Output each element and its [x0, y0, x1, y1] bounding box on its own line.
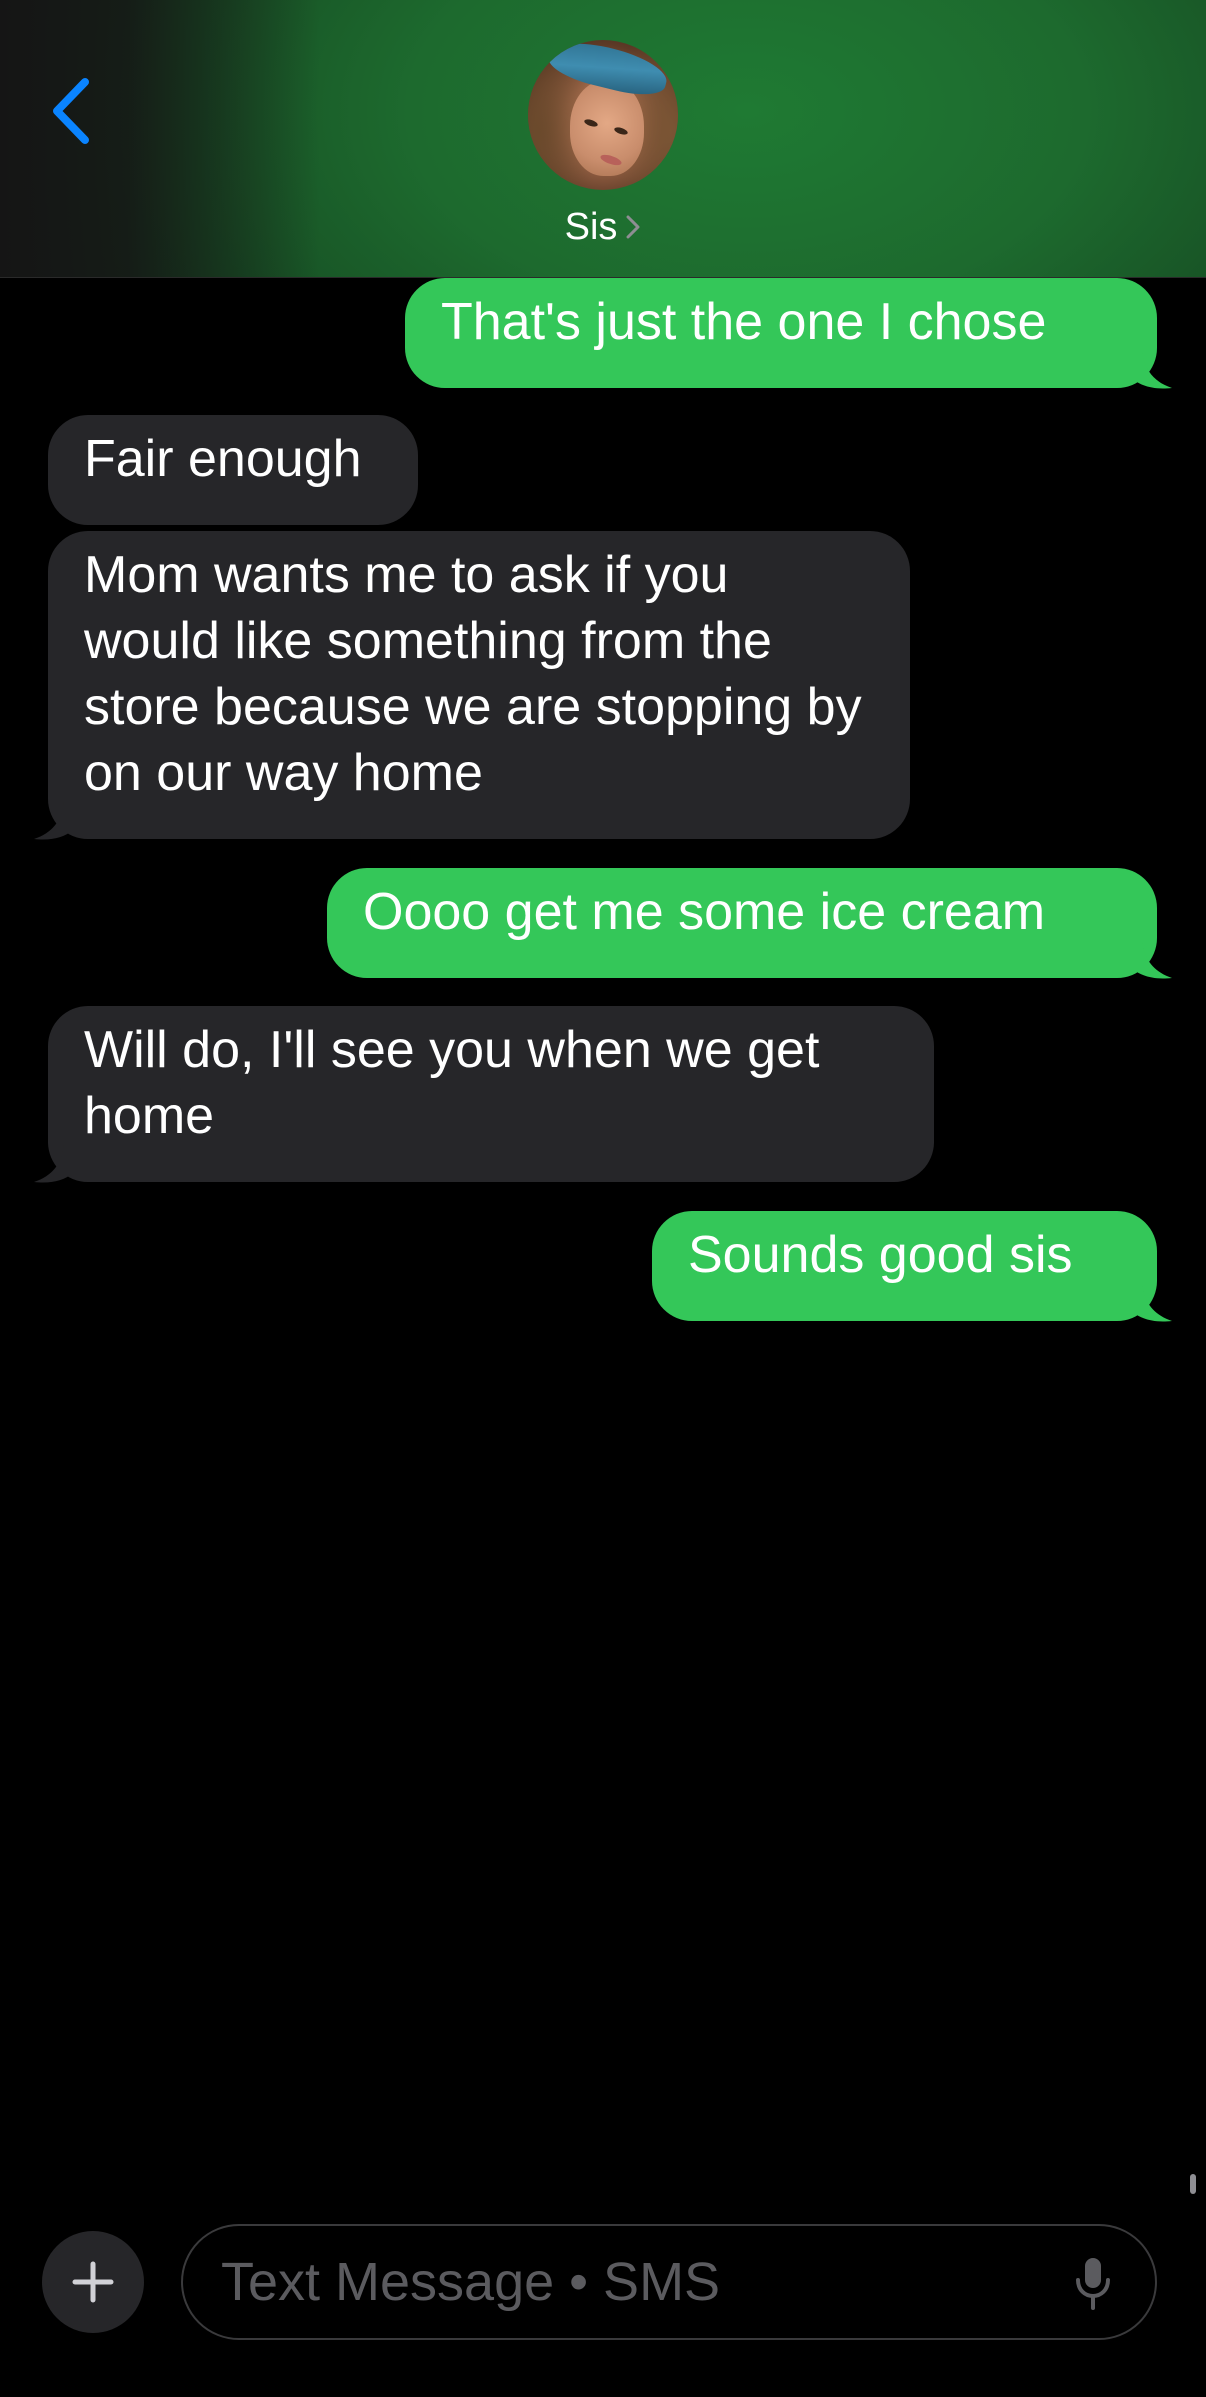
message-bubble-incoming[interactable]: Fair enough [48, 415, 418, 525]
bubble-tail [1134, 350, 1172, 389]
message-composer [181, 2224, 1157, 2340]
bubble-tail [34, 1144, 72, 1183]
conversation-screen: Sis That's just the one I chose Fair eno… [0, 0, 1206, 2397]
message-text: Sounds good sis [688, 1226, 1073, 1284]
back-button[interactable] [36, 66, 106, 156]
chevron-right-icon [625, 207, 641, 250]
add-attachment-button[interactable] [42, 2231, 144, 2333]
message-bubble-incoming[interactable]: Mom wants me to ask if you would like so… [48, 531, 910, 839]
message-bubble-outgoing[interactable]: Oooo get me some ice cream [327, 868, 1157, 978]
message-text: That's just the one I chose [441, 293, 1047, 351]
message-text: Mom wants me to ask if you would like so… [84, 546, 862, 802]
contact-name: Sis [564, 206, 618, 248]
message-text: Oooo get me some ice cream [363, 883, 1046, 941]
message-bubble-incoming[interactable]: Will do, I'll see you when we get home [48, 1006, 934, 1182]
message-text: Will do, I'll see you when we get home [84, 1021, 820, 1145]
avatar[interactable] [528, 40, 678, 190]
message-bubble-outgoing[interactable]: Sounds good sis [652, 1211, 1157, 1321]
conversation-header: Sis [0, 0, 1206, 278]
microphone-icon[interactable] [1073, 2256, 1113, 2312]
message-bubble-outgoing[interactable]: That's just the one I chose [405, 278, 1157, 388]
bubble-tail [34, 801, 72, 840]
bubble-tail [1134, 1283, 1172, 1322]
message-input[interactable] [221, 2226, 1021, 2338]
bubble-tail [1134, 940, 1172, 979]
scrollbar[interactable] [1190, 2174, 1196, 2194]
message-text: Fair enough [84, 430, 362, 488]
contact-name-button[interactable]: Sis [0, 206, 1206, 250]
chevron-left-icon [53, 78, 89, 144]
plus-icon [72, 2261, 114, 2303]
